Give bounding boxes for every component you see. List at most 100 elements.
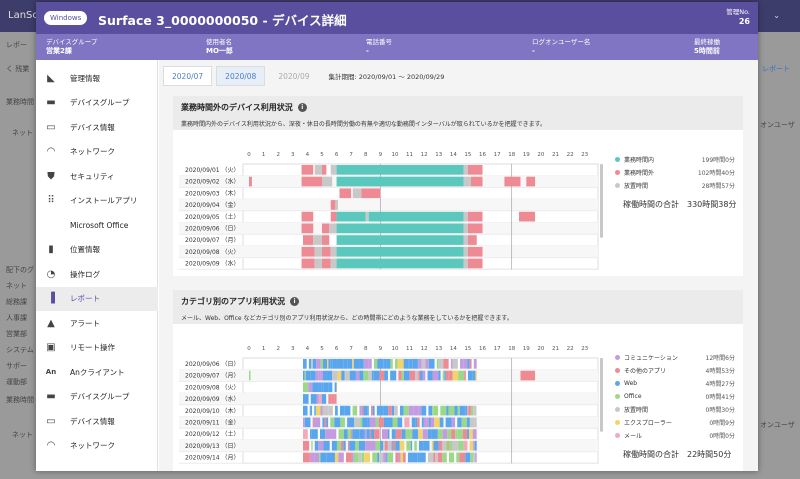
app-usage-bar: [463, 440, 468, 451]
card-title: 業務時間外のデバイス利用状況: [181, 103, 293, 112]
app-usage-bar: [426, 417, 429, 428]
app-usage-bar: [430, 417, 435, 428]
device-icon: ▭: [46, 415, 56, 427]
app-usage-bar: [395, 440, 400, 451]
background-text: オンユーザ: [760, 121, 795, 129]
usage-bar-idle: [463, 211, 468, 222]
sidebar-item-13[interactable]: ▬ デバイスグループ: [36, 385, 158, 409]
app-usage-bar: [318, 394, 322, 404]
sidebar-item-3[interactable]: ◠ ネットワーク: [36, 140, 158, 164]
app-usage-bar: [448, 452, 455, 463]
sidebar-item-11[interactable]: ▣ リモート操作: [36, 336, 158, 360]
app-usage-bar: [376, 405, 381, 416]
tab-2020-07[interactable]: 2020/07: [163, 66, 213, 86]
sidebar-item-6[interactable]: Microsoft Office: [36, 213, 158, 237]
sidebar-item-12[interactable]: An Anクライアント: [36, 360, 158, 384]
row-date-label: 2020/09/06 （日）: [185, 225, 240, 232]
app-usage-bar: [450, 359, 453, 369]
sidebar-item-7[interactable]: ▮ 位置情報: [36, 238, 158, 262]
apps-grid-icon: ⠿: [47, 195, 55, 206]
app-usage-bar: [447, 440, 449, 451]
sidebar-item-1[interactable]: ▬ デバイスグループ: [36, 91, 158, 115]
tab-2020-08[interactable]: 2020/08: [216, 66, 266, 86]
legend-swatch: [615, 380, 620, 386]
tab-2020-09[interactable]: 2020/09: [269, 66, 319, 86]
app-usage-bar: [442, 440, 446, 451]
app-usage-bar: [328, 394, 332, 404]
app-usage-bar: [331, 440, 337, 451]
info-label: ログオンユーザー名: [532, 38, 591, 46]
app-usage-bar: [461, 417, 467, 428]
info-icon[interactable]: i: [297, 103, 307, 112]
app-usage-bar: [303, 440, 310, 451]
app-usage-bar: [372, 405, 375, 416]
row-date-label: 2020/09/12 （土）: [185, 430, 240, 438]
sidebar-item-8[interactable]: ◔ 操作ログ: [36, 262, 158, 286]
row-date-label: 2020/09/13 （日）: [185, 443, 240, 450]
row-date-label: 2020/09/03 （木）: [185, 189, 240, 197]
app-usage-bar: [312, 359, 317, 369]
app-usage-bar: [310, 370, 316, 381]
usage-bar-out: [330, 211, 337, 222]
app-usage-bar: [319, 452, 321, 463]
app-usage-bar: [375, 417, 379, 428]
app-usage-bar: [415, 370, 419, 381]
sidebar-item-15[interactable]: ◠ ネットワーク: [36, 434, 158, 458]
app-usage-bar: [472, 429, 477, 439]
info-value: MO一郎: [206, 47, 233, 55]
app-usage-bar: [457, 417, 462, 428]
app-usage-bar: [408, 359, 410, 369]
info-icon[interactable]: i: [290, 297, 299, 306]
app-usage-bar: [428, 417, 431, 428]
hour-tick-label: 17: [494, 346, 501, 352]
app-usage-bar: [398, 370, 402, 381]
sidebar-item-0[interactable]: ◣ 管理情報: [36, 66, 158, 90]
legend-item: Office 0時間41分: [615, 391, 739, 401]
info-value: -: [532, 47, 535, 55]
app-usage-bar: [373, 370, 380, 381]
background-text: ネット: [6, 282, 27, 290]
app-usage-bar: [328, 405, 333, 416]
legend-value: 28時間57分: [701, 182, 735, 190]
app-usage-bar: [468, 405, 471, 416]
app-usage-bar: [316, 394, 319, 404]
app-usage-bar: [332, 370, 335, 381]
app-usage-bar: [403, 359, 409, 369]
hour-tick-label: 6: [335, 346, 339, 352]
app-usage-bar: [359, 359, 364, 369]
app-usage-bar: [458, 440, 464, 451]
hour-tick-label: 5: [320, 152, 324, 158]
row-date-label: 2020/09/06 （日）: [185, 361, 240, 368]
app-usage-bar: [418, 440, 424, 451]
background-text: く 残業: [6, 65, 30, 73]
app-usage-bar: [372, 452, 378, 463]
app-usage-bar: [406, 440, 411, 451]
app-usage-bar: [459, 429, 463, 439]
sidebar-item-10[interactable]: ▲ アラート: [36, 311, 158, 335]
hour-tick-label: 7: [349, 346, 353, 352]
sidebar-item-5[interactable]: ⠿ インストールアプリ: [36, 189, 158, 213]
usage-bar-out: [467, 211, 483, 222]
legend-value: 0時間9分: [709, 419, 735, 427]
background-text: 業務時間: [6, 98, 34, 106]
legend-name: エクスプローラー: [624, 419, 672, 427]
usage-bar-idle: [314, 258, 322, 269]
hour-tick-label: 8: [364, 346, 368, 352]
app-usage-bar: [421, 405, 427, 416]
app-usage-bar: [373, 359, 378, 369]
sidebar-item-14[interactable]: ▭ デバイス情報: [36, 409, 158, 433]
app-usage-bar: [363, 405, 368, 416]
sidebar-item-2[interactable]: ▭ デバイス情報: [36, 115, 158, 139]
app-usage-bar: [387, 429, 390, 439]
usage-bar-idle: [313, 235, 322, 245]
info-phone: 電話番号 -: [366, 38, 392, 56]
app-usage-bar: [410, 440, 413, 451]
app-usage-bar: [403, 405, 409, 416]
sidebar-item-4[interactable]: ⛊ セキュリティ: [36, 164, 158, 188]
app-usage-bar: [414, 440, 417, 451]
total-value: 22時間50分: [687, 450, 732, 459]
sidebar-item-9[interactable]: ▐ レポート: [36, 286, 158, 311]
app-usage-bar: [344, 370, 350, 381]
usage-bar-out: [467, 258, 483, 269]
legend-name: Web: [624, 379, 638, 387]
